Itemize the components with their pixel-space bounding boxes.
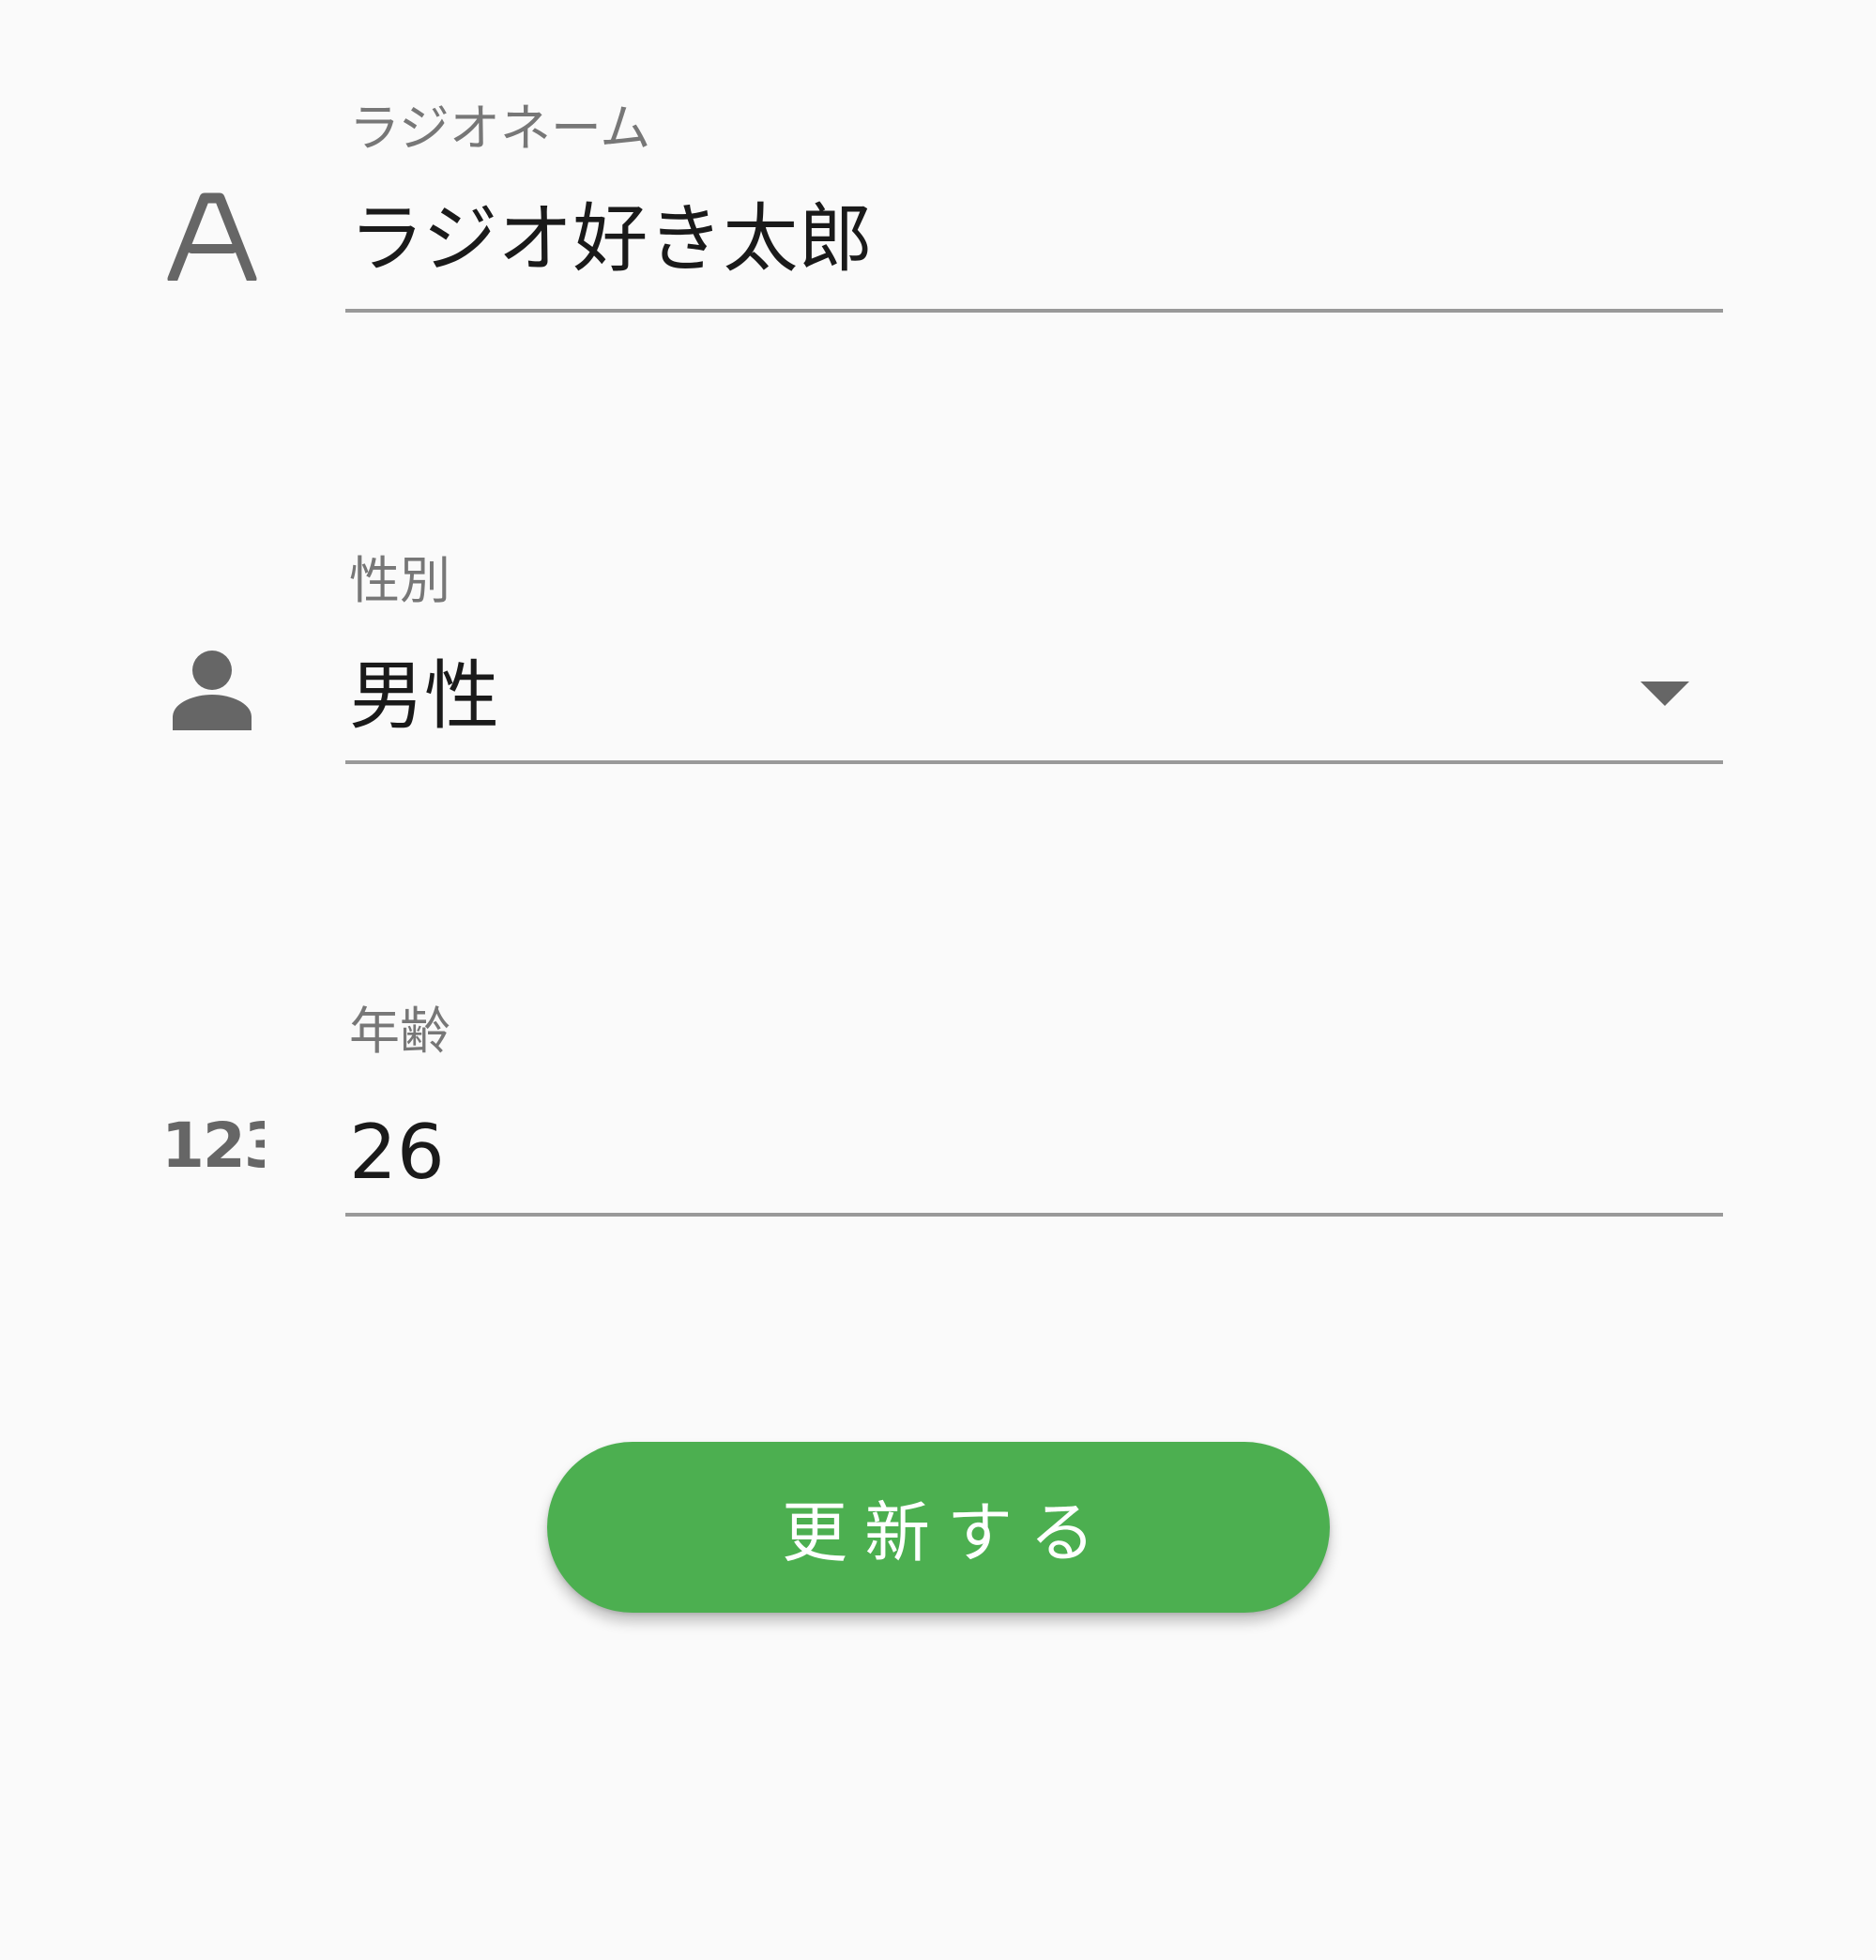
gender-label: 性別	[349, 551, 450, 610]
person-icon	[171, 650, 253, 732]
radio-name-field[interactable]: ラジオネーム ラジオ好き太郎	[345, 94, 1723, 319]
radio-name-input[interactable]: ラジオ好き太郎	[349, 202, 873, 277]
age-underline	[345, 1213, 1723, 1217]
age-field[interactable]: 年齢 26	[345, 995, 1723, 1220]
update-button-label: 更新する	[782, 1493, 1112, 1571]
gender-selected-value: 男性	[349, 652, 499, 740]
svg-text:123: 123	[161, 1115, 265, 1171]
age-input[interactable]: 26	[349, 1115, 445, 1190]
gender-underline	[345, 760, 1723, 764]
update-button[interactable]: 更新する	[547, 1442, 1330, 1613]
numeric-icon: 123	[161, 1110, 287, 1182]
text-format-icon	[167, 191, 257, 284]
radio-name-underline	[345, 309, 1723, 313]
gender-select[interactable]: 性別 男性	[345, 544, 1723, 770]
radio-name-label: ラジオネーム	[349, 99, 651, 158]
age-label: 年齢	[349, 1002, 450, 1061]
chevron-down-icon[interactable]	[1640, 681, 1689, 706]
